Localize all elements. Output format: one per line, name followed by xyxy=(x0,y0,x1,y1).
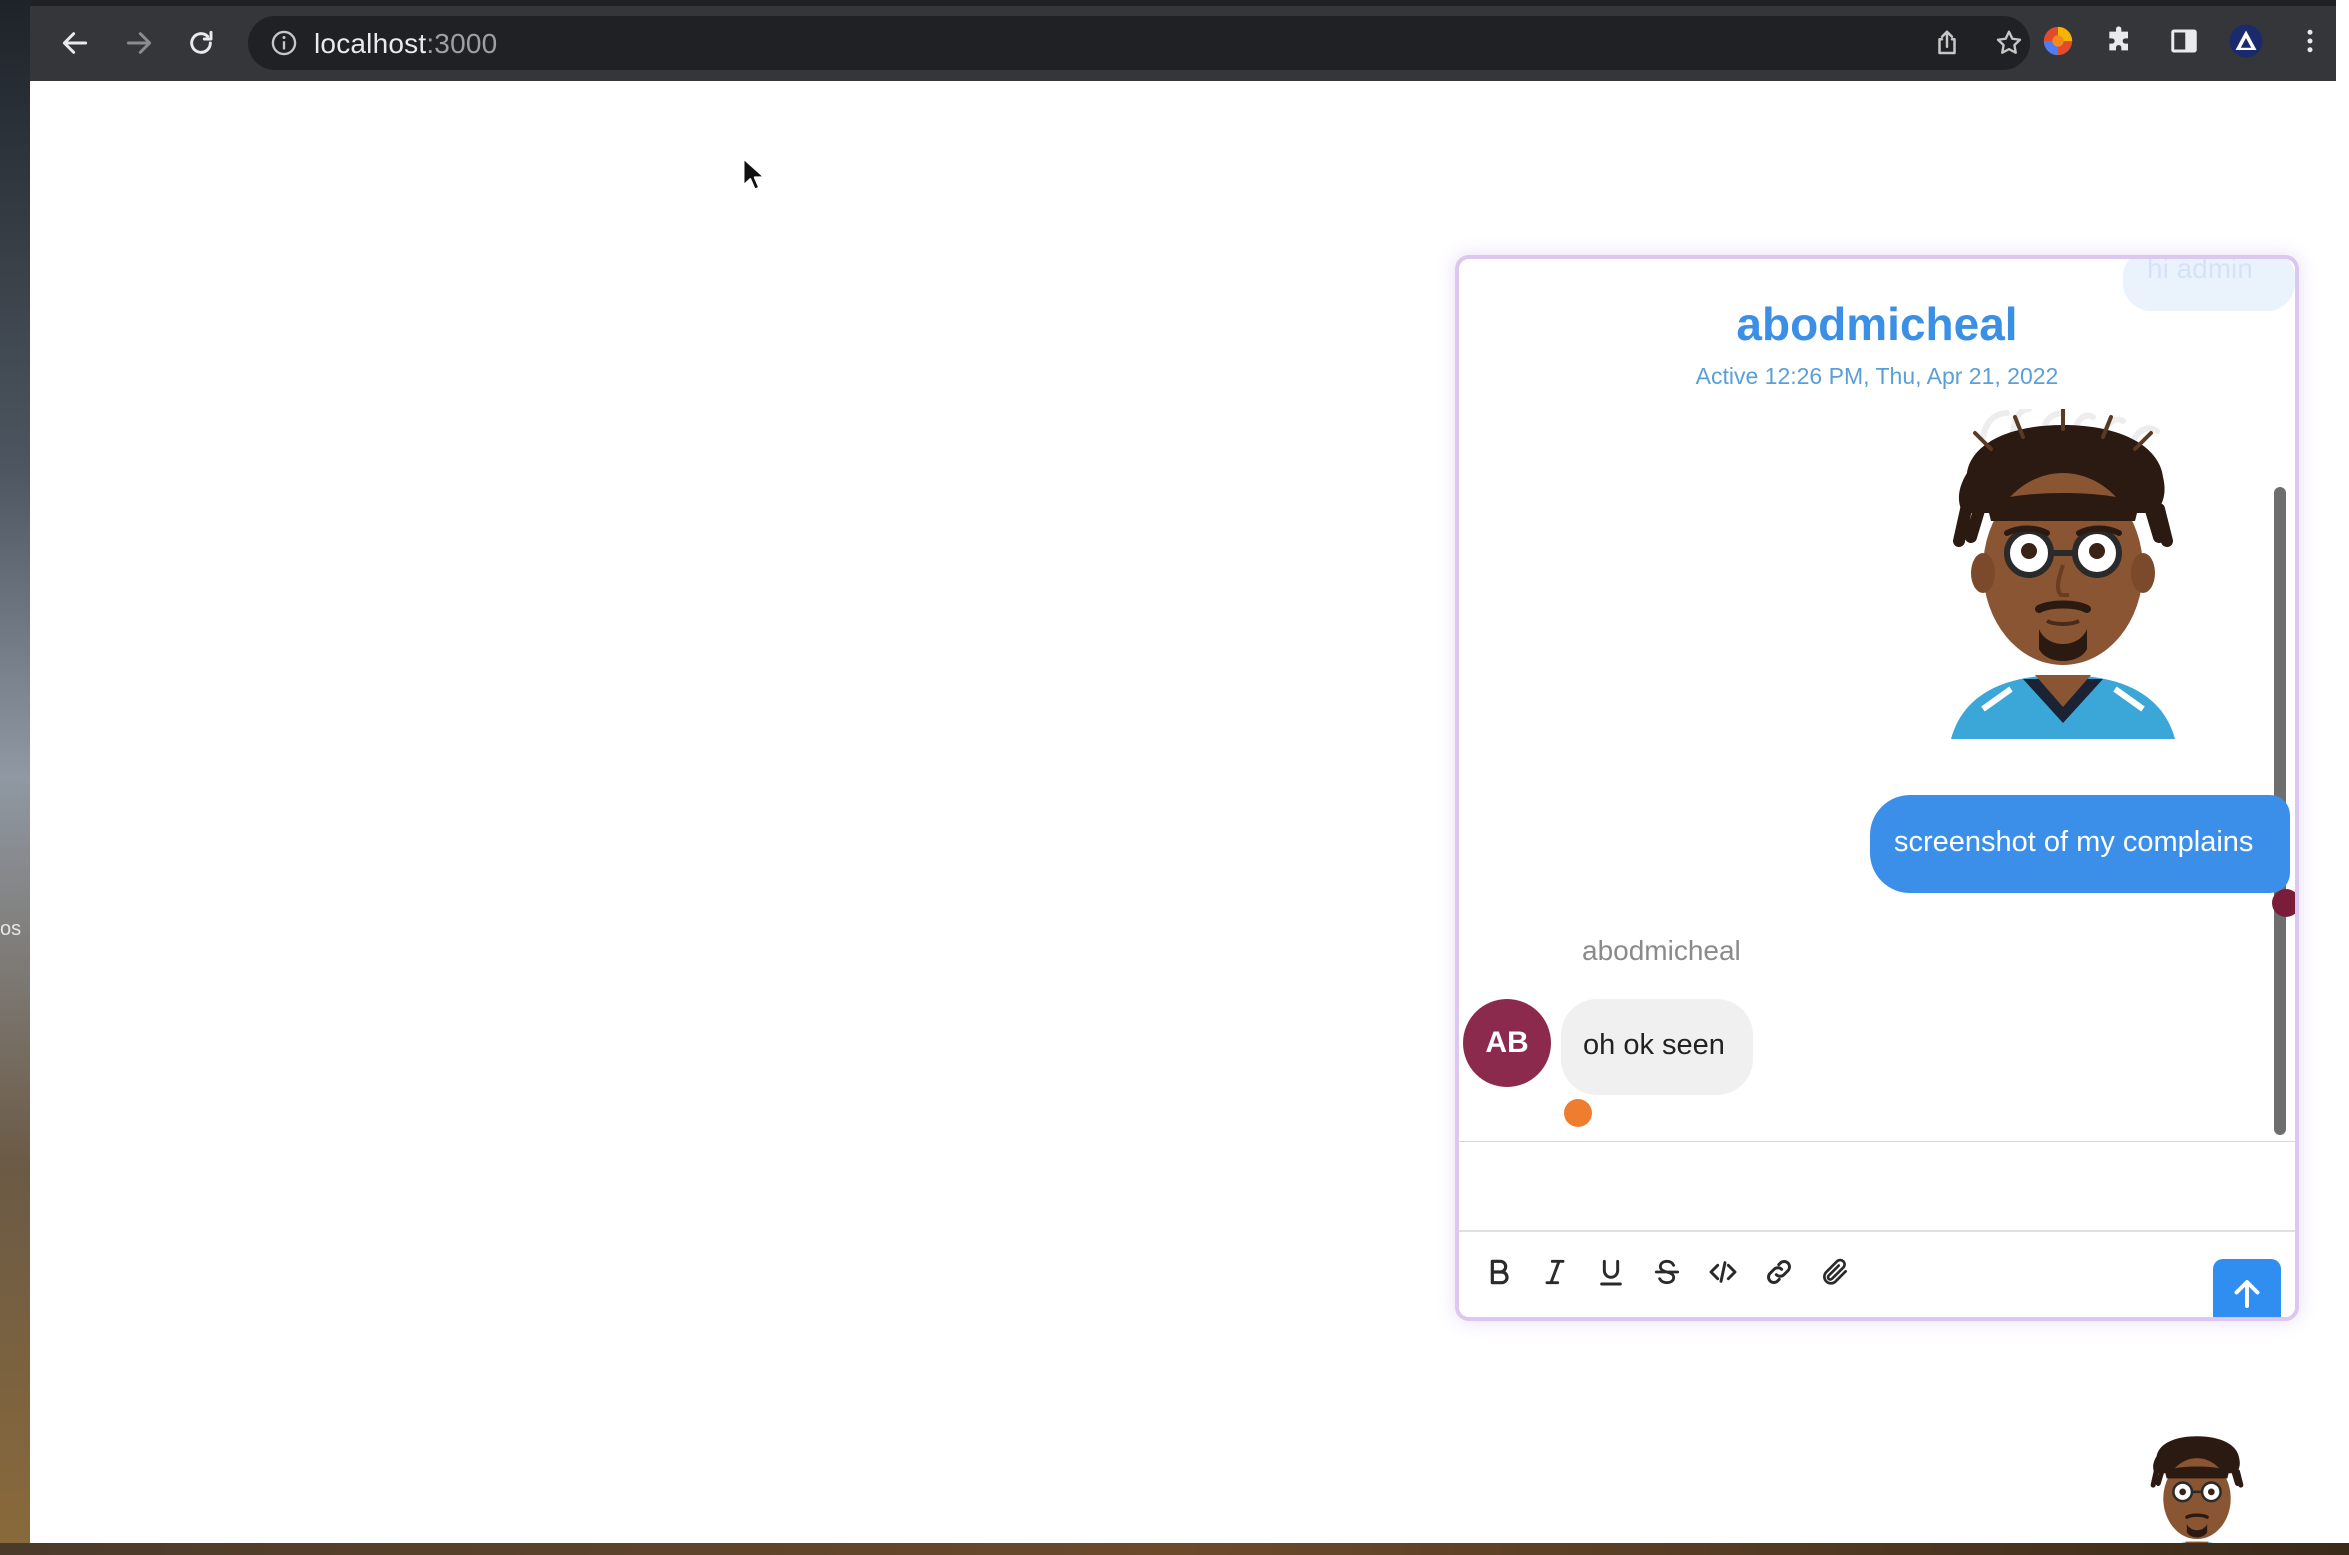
chat-window: hi admin abodmicheal Active 12:26 PM, Th… xyxy=(1455,255,2299,1321)
italic-button[interactable] xyxy=(1535,1252,1575,1292)
bold-icon xyxy=(1490,1259,1509,1285)
underline-icon xyxy=(1600,1259,1622,1286)
sent-message-text: screenshot of my complains xyxy=(1894,826,2254,858)
chat-last-active: Active 12:26 PM, Thu, Apr 21, 2022 xyxy=(1695,363,2059,389)
browser-window: localhost:3000 hi admin abodmicheal Acti… xyxy=(30,0,2336,1543)
browser-menu-button[interactable] xyxy=(2292,23,2328,59)
desktop-wallpaper xyxy=(0,0,30,1555)
code-button[interactable] xyxy=(1703,1252,1743,1292)
extensions-button[interactable] xyxy=(2102,23,2138,59)
read-receipt-dot xyxy=(2272,889,2295,917)
chat-title: abodmicheal xyxy=(1736,298,2018,350)
underline-button[interactable] xyxy=(1591,1252,1631,1292)
mouse-cursor-icon xyxy=(742,157,766,191)
desktop-dock-edge xyxy=(0,1543,2349,1555)
arrow-up-icon xyxy=(2234,1280,2260,1308)
share-icon[interactable] xyxy=(1932,28,1962,58)
sent-message-bubble: screenshot of my complains xyxy=(1870,795,2290,893)
received-message-bubble: oh ok seen xyxy=(1561,999,1753,1095)
address-bar[interactable]: localhost:3000 xyxy=(248,16,2030,70)
chat-launcher-avatar-button[interactable] xyxy=(2138,1429,2256,1543)
more-vert-icon xyxy=(2307,29,2313,53)
formatting-toolbar xyxy=(1459,1232,2295,1317)
previous-message-text: hi admin xyxy=(2147,255,2253,284)
puzzle-icon xyxy=(2109,26,2128,51)
link-button[interactable] xyxy=(1759,1252,1799,1292)
back-button[interactable] xyxy=(54,22,96,64)
attachment-icon xyxy=(1823,1258,1847,1285)
desktop-label: os xyxy=(0,918,22,940)
profile-avatar-icon xyxy=(2229,24,2263,58)
side-panel-icon xyxy=(2171,29,2197,53)
reload-icon xyxy=(190,30,213,54)
bitmoji-avatar-image xyxy=(1951,409,2175,739)
info-icon[interactable] xyxy=(270,29,298,57)
strikethrough-button[interactable] xyxy=(1647,1252,1687,1292)
url-port: :3000 xyxy=(426,28,498,59)
sender-avatar: AB xyxy=(1463,999,1551,1087)
extension-colorful-button[interactable] xyxy=(2040,23,2076,59)
message-input[interactable] xyxy=(1459,1141,2295,1233)
back-arrow-icon xyxy=(62,32,88,54)
send-button[interactable] xyxy=(2213,1259,2281,1317)
page-content: hi admin abodmicheal Active 12:26 PM, Th… xyxy=(30,81,2336,1543)
profile-button[interactable] xyxy=(2228,23,2264,59)
message-sender-name: abodmicheal xyxy=(1582,935,1741,966)
forward-arrow-icon xyxy=(126,32,152,54)
forward-button[interactable] xyxy=(118,22,160,64)
attach-button[interactable] xyxy=(1815,1252,1855,1292)
bold-button[interactable] xyxy=(1479,1252,1519,1292)
desktop-edge xyxy=(2336,0,2349,1555)
extension-colorful-icon xyxy=(2043,26,2073,56)
tab-strip xyxy=(30,0,2336,6)
url-text: localhost:3000 xyxy=(314,28,497,60)
received-message-text: oh ok seen xyxy=(1583,1029,1725,1061)
code-icon xyxy=(1709,1261,1737,1283)
link-icon xyxy=(1767,1260,1791,1284)
bookmark-star-icon[interactable] xyxy=(1994,28,2024,58)
side-panel-button[interactable] xyxy=(2166,23,2202,59)
reload-button[interactable] xyxy=(180,22,222,64)
url-host: localhost xyxy=(314,28,427,59)
italic-icon xyxy=(1545,1259,1565,1285)
unread-indicator-dot xyxy=(1564,1099,1592,1127)
browser-toolbar: localhost:3000 xyxy=(30,0,2336,81)
strikethrough-icon xyxy=(1654,1259,1680,1285)
